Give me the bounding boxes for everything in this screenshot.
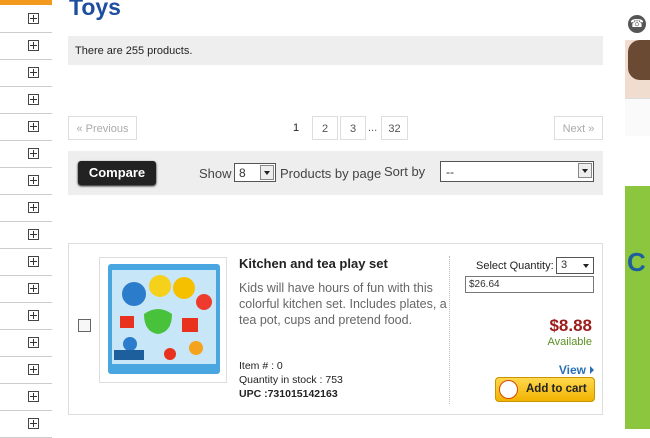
expand-plus-icon[interactable] (28, 148, 39, 159)
sidebar-category-item[interactable] (0, 167, 52, 195)
stock-quantity: Quantity in stock : 753 (239, 374, 343, 386)
sidebar-category-item[interactable] (0, 32, 52, 60)
support-agent-photo (625, 40, 650, 136)
listing-toolbar: Compare Show 8 Products by page Sort by … (68, 151, 603, 195)
chevron-down-icon (260, 165, 274, 180)
sidebar-category-item[interactable] (0, 59, 52, 87)
expand-plus-icon[interactable] (28, 13, 39, 24)
sidebar-category-item[interactable] (0, 221, 52, 249)
per-page-suffix: Products by page (280, 166, 382, 181)
promo-banner[interactable]: C (625, 186, 650, 429)
per-page-select[interactable]: 8 (234, 163, 276, 182)
sort-value: -- (446, 165, 454, 179)
sidebar-category-item[interactable] (0, 383, 52, 411)
add-to-cart-button[interactable]: Add to cart (495, 377, 595, 402)
expand-plus-icon[interactable] (28, 364, 39, 375)
product-upc: UPC :731015142163 (239, 388, 338, 400)
quantity-select[interactable]: 3 (556, 257, 594, 274)
sidebar-category-item[interactable] (0, 86, 52, 114)
page-32-link[interactable]: 32 (381, 116, 408, 140)
chevron-down-icon (583, 264, 589, 268)
expand-plus-icon[interactable] (28, 391, 39, 402)
sidebar-category-item[interactable] (0, 356, 52, 384)
product-box-illustration (108, 264, 220, 374)
sort-label: Sort by (384, 164, 426, 179)
category-sidebar (0, 0, 52, 438)
phone-icon: ☎ (628, 15, 646, 33)
pagination-ellipsis: ... (368, 122, 378, 134)
expand-plus-icon[interactable] (28, 121, 39, 132)
sidebar-category-item[interactable] (0, 248, 52, 276)
quantity-label: Select Quantity: (476, 260, 554, 272)
sort-select[interactable]: -- (440, 161, 594, 182)
chevron-down-icon (578, 163, 592, 178)
show-label: Show (199, 166, 232, 181)
page-2-link[interactable]: 2 (312, 116, 338, 140)
sidebar-category-item[interactable] (0, 329, 52, 357)
shopping-cart-icon (499, 380, 518, 399)
expand-plus-icon[interactable] (28, 418, 39, 429)
side-banner[interactable]: ☎ C (625, 0, 650, 429)
expand-plus-icon[interactable] (28, 256, 39, 267)
compare-button[interactable]: Compare (78, 161, 156, 185)
expand-plus-icon[interactable] (28, 67, 39, 78)
expand-plus-icon[interactable] (28, 283, 39, 294)
sidebar-category-item[interactable] (0, 140, 52, 168)
column-divider (449, 256, 450, 404)
expand-plus-icon[interactable] (28, 229, 39, 240)
availability-status: Available (547, 336, 592, 348)
product-image[interactable] (99, 257, 227, 383)
page-1-link[interactable]: 1 (284, 116, 308, 140)
expand-plus-icon[interactable] (28, 202, 39, 213)
product-description: Kids will have hours of fun with this co… (239, 281, 447, 327)
expand-plus-icon[interactable] (28, 310, 39, 321)
sidebar-category-item[interactable] (0, 194, 52, 222)
expand-plus-icon[interactable] (28, 337, 39, 348)
view-link[interactable]: View (559, 363, 594, 377)
expand-plus-icon[interactable] (28, 175, 39, 186)
sidebar-category-item[interactable] (0, 275, 52, 303)
page-title: Toys (69, 0, 121, 20)
arrow-right-icon (590, 366, 594, 374)
sidebar-category-item[interactable] (0, 113, 52, 141)
add-to-cart-label: Add to cart (526, 383, 587, 395)
sidebar-category-item[interactable] (0, 410, 52, 438)
sidebar-category-item[interactable] (0, 302, 52, 330)
next-page-button[interactable]: Next » (554, 116, 603, 140)
product-count: There are 255 products. (75, 45, 193, 57)
compare-checkbox[interactable] (78, 319, 91, 332)
total-price-field[interactable]: $26.64 (465, 276, 594, 293)
expand-plus-icon[interactable] (28, 40, 39, 51)
expand-plus-icon[interactable] (28, 94, 39, 105)
product-price: $8.88 (549, 316, 592, 335)
per-page-value: 8 (239, 166, 246, 180)
product-name[interactable]: Kitchen and tea play set (239, 256, 388, 271)
product-card: Kitchen and tea play set Kids will have … (68, 243, 603, 415)
item-number: Item # : 0 (239, 360, 283, 372)
view-label: View (558, 363, 586, 377)
previous-page-button[interactable]: « Previous (68, 116, 137, 140)
page-3-link[interactable]: 3 (340, 116, 366, 140)
banner-logo-icon: C (627, 247, 646, 277)
quantity-value: 3 (561, 259, 568, 271)
product-count-bar: There are 255 products. (68, 36, 603, 65)
sidebar-category-item[interactable] (0, 5, 52, 33)
